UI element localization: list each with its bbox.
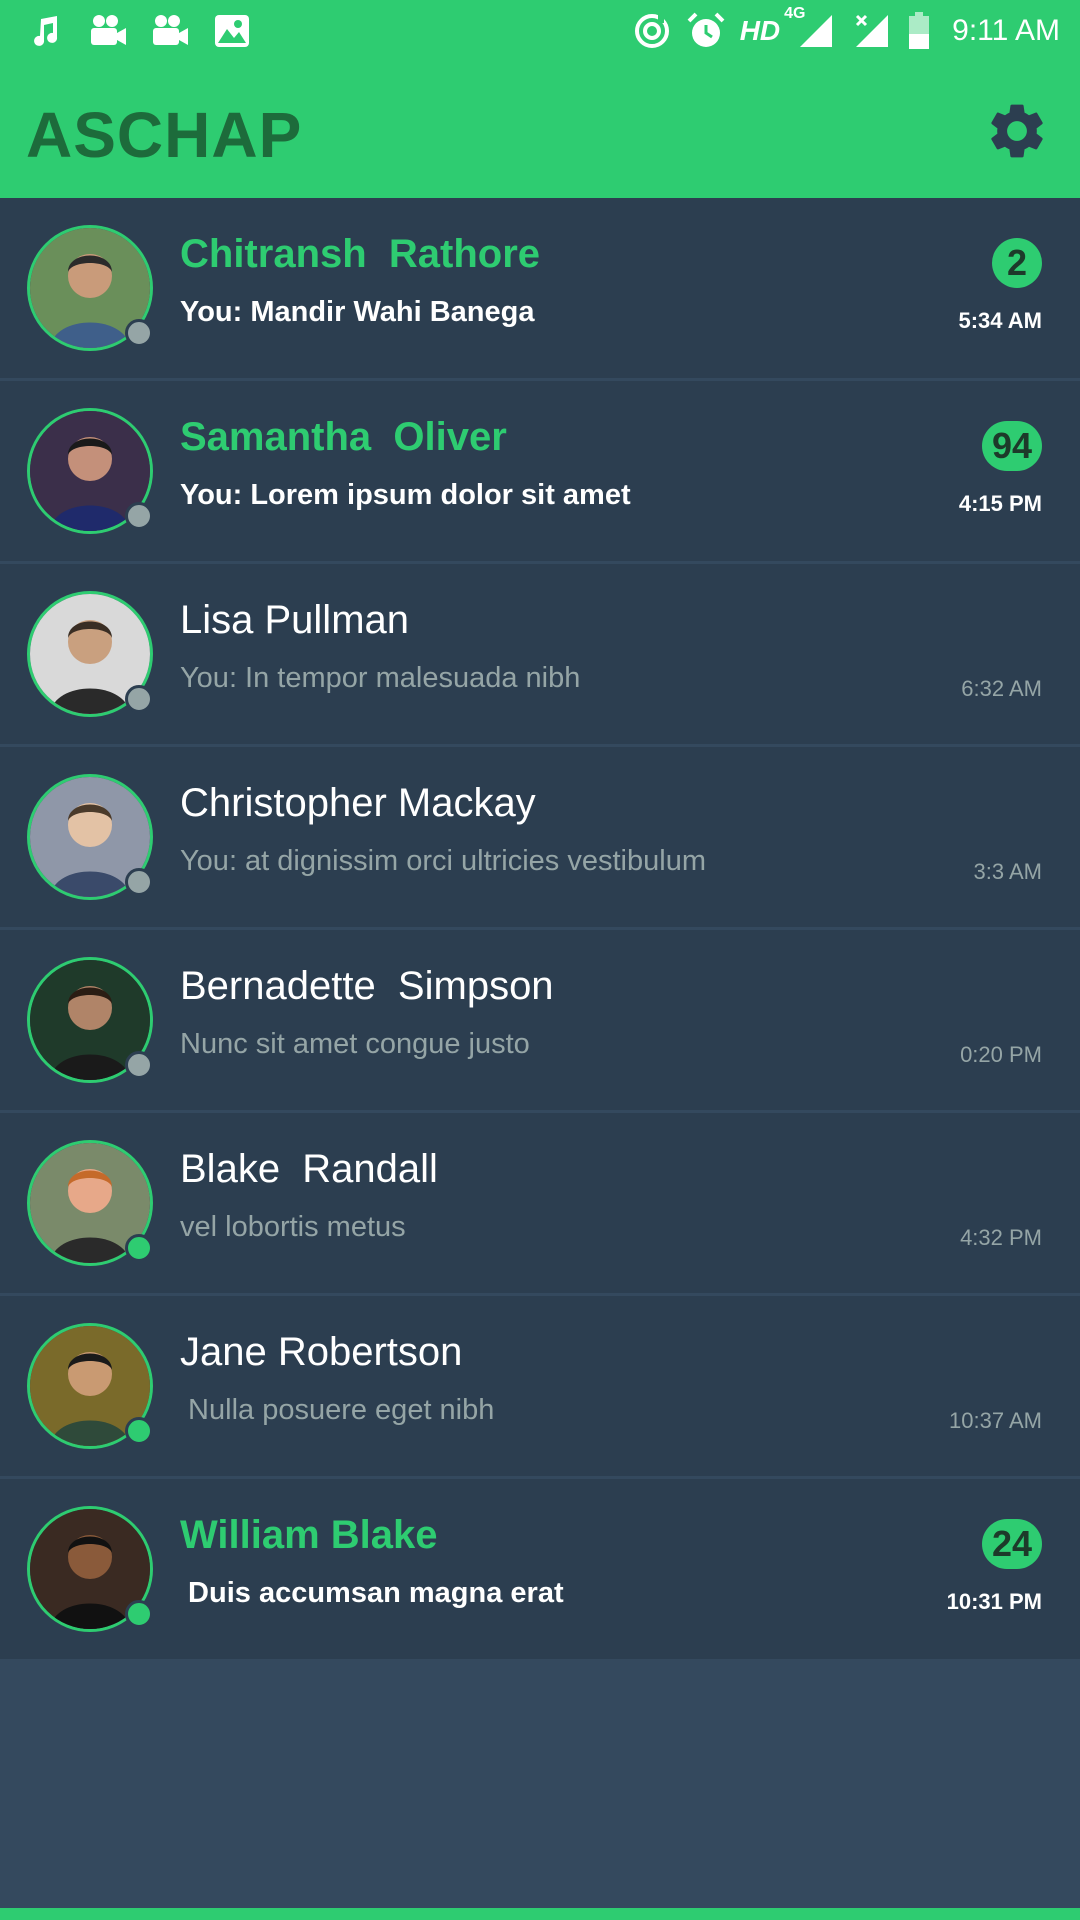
- message-time: 4:32 PM: [960, 1225, 1042, 1250]
- contact-name: Samantha Oliver: [180, 415, 507, 459]
- status-bar: HD 4G 9:11 AM: [0, 0, 1080, 62]
- signal-icon: 4G: [784, 5, 838, 51]
- chat-list-item[interactable]: Lisa Pullman You: In tempor malesuada ni…: [0, 564, 1080, 747]
- presence-dot: [125, 685, 153, 713]
- presence-dot: [125, 1051, 153, 1079]
- chat-list-item[interactable]: Chitransh Rathore You: Mandir Wahi Baneg…: [0, 198, 1080, 381]
- chat-list: Chitransh Rathore You: Mandir Wahi Baneg…: [0, 198, 1080, 1662]
- chat-list-item[interactable]: William Blake Duis accumsan magna erat 2…: [0, 1479, 1080, 1662]
- presence-dot: [125, 1600, 153, 1628]
- presence-dot: [125, 1234, 153, 1262]
- unread-count-badge: 2: [992, 238, 1042, 288]
- contact-name: Chitransh Rathore: [180, 232, 541, 276]
- last-message: Nunc sit amet congue justo: [180, 1028, 530, 1060]
- contact-name: William Blake: [180, 1513, 438, 1557]
- contact-name: Bernadette Simpson: [180, 964, 554, 1008]
- last-message: Nulla posuere eget nibh: [180, 1394, 495, 1426]
- battery-icon: [906, 11, 932, 51]
- message-time: 6:32 AM: [961, 676, 1042, 701]
- contact-name: Christopher Mackay: [180, 781, 536, 825]
- avatar-container: [27, 225, 153, 351]
- music-note-icon: [26, 11, 66, 51]
- status-time: 9:11 AM: [952, 14, 1060, 47]
- chat-list-item[interactable]: Bernadette Simpson Nunc sit amet congue …: [0, 930, 1080, 1113]
- video-camera-icon: [150, 11, 190, 51]
- avatar-container: [27, 957, 153, 1083]
- last-message: You: Lorem ipsum dolor sit amet: [180, 479, 631, 511]
- message-time: 10:31 PM: [946, 1589, 1042, 1614]
- last-message: You: at dignissim orci ultricies vestibu…: [180, 845, 706, 877]
- chat-list-item[interactable]: Jane Robertson Nulla posuere eget nibh 1…: [0, 1296, 1080, 1479]
- contact-name: Blake Randall: [180, 1147, 438, 1191]
- alarm-icon: [686, 11, 726, 51]
- settings-button[interactable]: [984, 98, 1050, 164]
- app-title: ASCHAP: [26, 99, 303, 171]
- message-time: 0:20 PM: [960, 1042, 1042, 1067]
- avatar-container: [27, 408, 153, 534]
- last-message: vel lobortis metus: [180, 1211, 406, 1243]
- presence-dot: [125, 1417, 153, 1445]
- avatar-container: [27, 774, 153, 900]
- presence-dot: [125, 868, 153, 896]
- chat-list-item[interactable]: Christopher Mackay You: at dignissim orc…: [0, 747, 1080, 930]
- last-message: You: In tempor malesuada nibh: [180, 662, 581, 694]
- message-time: 5:34 AM: [958, 308, 1042, 333]
- chat-list-item[interactable]: Samantha Oliver You: Lorem ipsum dolor s…: [0, 381, 1080, 564]
- avatar-container: [27, 1506, 153, 1632]
- signal-no-service-icon: [852, 11, 892, 51]
- app-bar: ASCHAP: [0, 62, 1080, 198]
- unread-count-badge: 24: [981, 1519, 1042, 1569]
- message-time: 3:3 AM: [973, 859, 1042, 884]
- gear-icon: [991, 104, 1043, 158]
- notification-icons: [26, 10, 252, 52]
- hd-label: HD: [739, 15, 781, 46]
- video-camera-icon: [88, 11, 128, 51]
- data-saver-icon: [632, 11, 672, 51]
- last-message: Duis accumsan magna erat: [180, 1577, 564, 1609]
- contact-name: Jane Robertson: [180, 1330, 463, 1374]
- avatar-container: [27, 591, 153, 717]
- last-message: You: Mandir Wahi Banega: [180, 296, 535, 328]
- avatar-container: [27, 1323, 153, 1449]
- unread-count-badge: 94: [981, 421, 1042, 471]
- message-time: 10:37 AM: [949, 1408, 1042, 1433]
- contact-name: Lisa Pullman: [180, 598, 410, 642]
- image-icon: [212, 11, 252, 51]
- system-icons: HD 4G 9:11 AM: [632, 5, 1060, 52]
- presence-dot: [125, 502, 153, 530]
- network-type-label: 4G: [784, 5, 806, 22]
- bottom-accent-strip: [0, 1908, 1080, 1920]
- avatar-container: [27, 1140, 153, 1266]
- message-time: 4:15 PM: [958, 491, 1042, 516]
- presence-dot: [125, 319, 153, 347]
- chat-list-item[interactable]: Blake Randall vel lobortis metus 4:32 PM: [0, 1113, 1080, 1296]
